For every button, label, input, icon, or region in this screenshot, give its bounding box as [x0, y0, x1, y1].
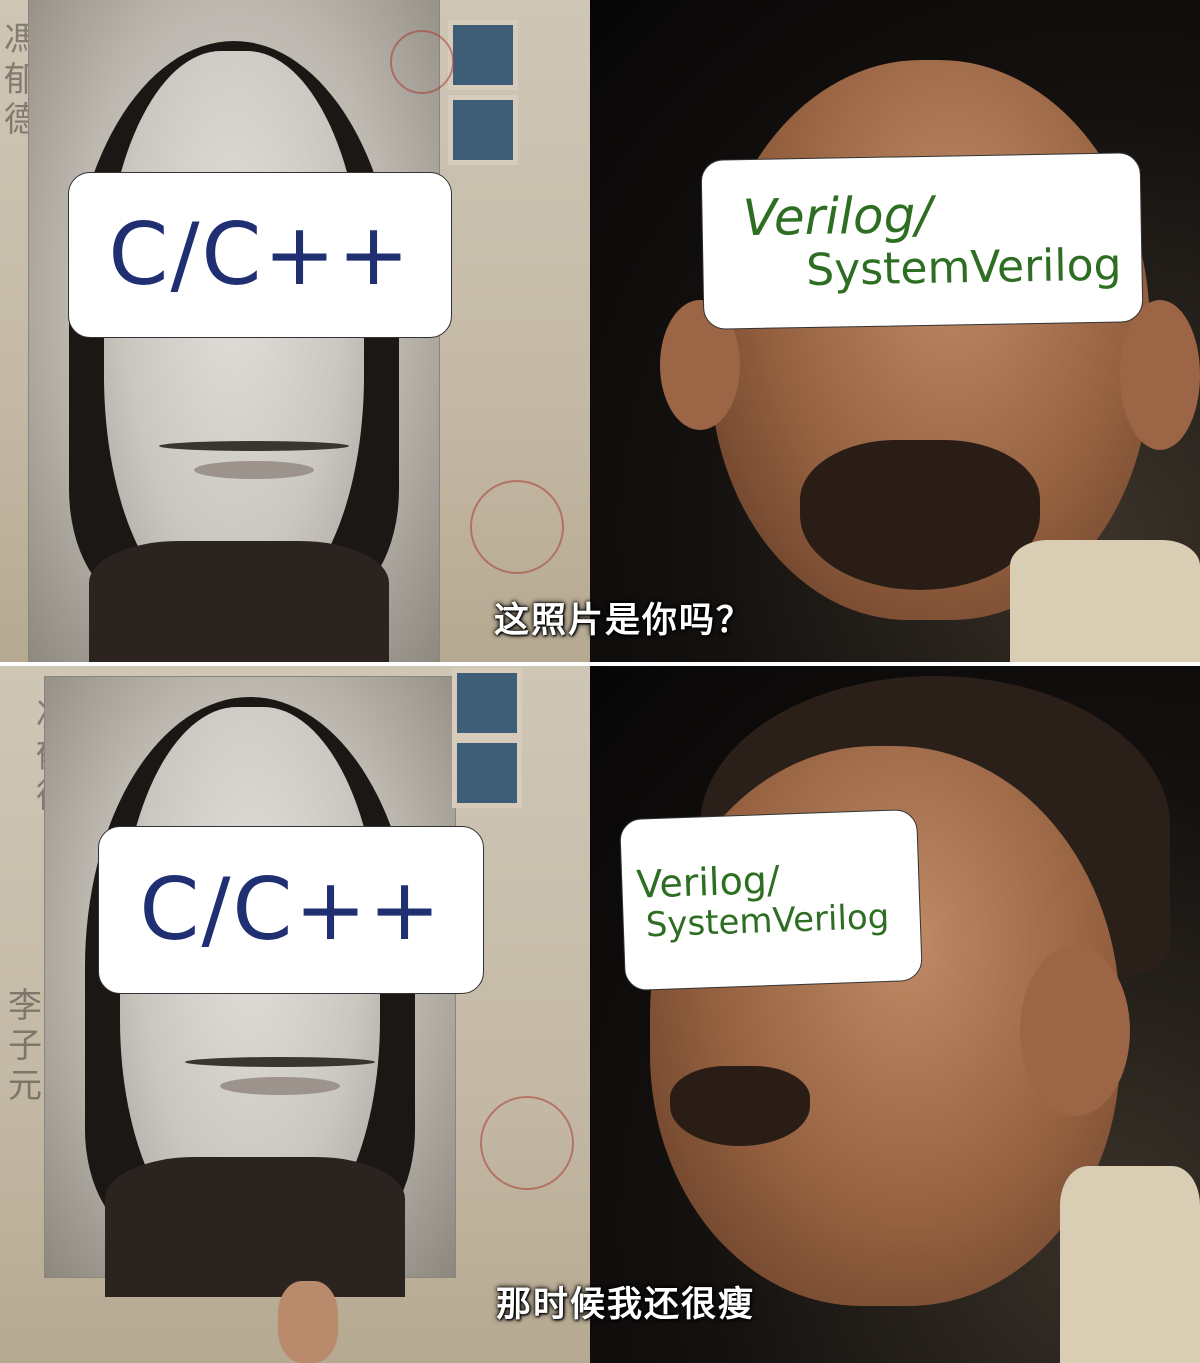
- lips: [194, 461, 314, 479]
- meme-panel-bottom: 馮郁德 李子元 C/C++ Verilog/ SystemVerilog 那时候…: [0, 666, 1200, 1363]
- calligraphy-decoration: 李子元: [8, 986, 42, 1106]
- verilog-label-line1: Verilog/: [742, 185, 933, 248]
- postage-stamp: [452, 738, 522, 808]
- verilog-label-line2: SystemVerilog: [645, 897, 890, 946]
- verilog-label: Verilog/ SystemVerilog: [700, 152, 1144, 330]
- lips: [220, 1077, 340, 1095]
- red-seal: [390, 30, 454, 94]
- verilog-label-line1: Verilog/: [635, 857, 781, 907]
- cpp-label: C/C++: [98, 826, 484, 994]
- goatee: [800, 440, 1040, 590]
- right-ear: [1120, 300, 1200, 450]
- man-scene: [590, 0, 1200, 662]
- shirt-collar: [1010, 540, 1200, 662]
- verilog-label: Verilog/ SystemVerilog: [619, 808, 923, 992]
- mustache: [159, 441, 349, 451]
- cpp-label-text: C/C++: [108, 205, 412, 305]
- old-photo-document: 馮郁德 李子元: [0, 666, 590, 1363]
- beard: [670, 1066, 810, 1146]
- dark-coat: [105, 1157, 405, 1297]
- verilog-label-line2: SystemVerilog: [805, 239, 1122, 297]
- postage-stamp: [448, 20, 518, 90]
- meme-panel-top: 馮郁德 C/C++ Verilog/ SystemVerilog 这照片是你吗？: [0, 0, 1200, 662]
- red-seal: [470, 480, 564, 574]
- cpp-label: C/C++: [68, 172, 452, 338]
- thumb: [278, 1281, 338, 1363]
- postage-stamp: [452, 668, 522, 738]
- subtitle-top: 这照片是你吗？: [494, 601, 754, 641]
- shirt-collar: [1060, 1166, 1200, 1363]
- cpp-label-text: C/C++: [139, 860, 443, 960]
- ear: [1020, 946, 1130, 1116]
- red-seal: [480, 1096, 574, 1190]
- subtitle-bottom: 那时候我还很瘦: [496, 1285, 756, 1325]
- dark-coat: [89, 541, 389, 662]
- postage-stamp: [448, 95, 518, 165]
- man-scene: [590, 666, 1200, 1363]
- mustache: [185, 1057, 375, 1067]
